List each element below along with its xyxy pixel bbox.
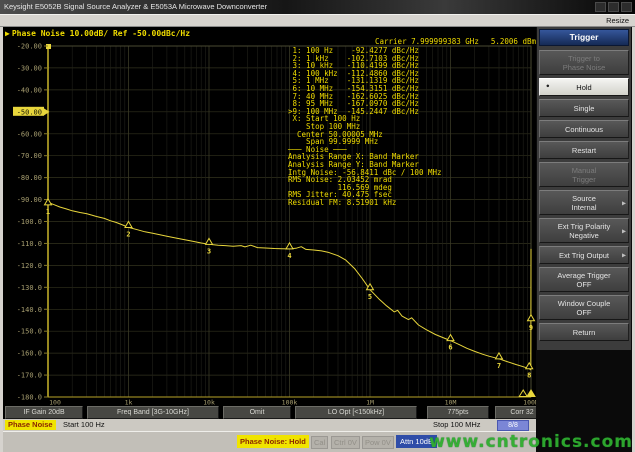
svg-text:-70.00: -70.00 xyxy=(17,152,42,160)
softkey-single[interactable]: Single xyxy=(539,99,629,117)
marker-7-icon xyxy=(495,353,502,359)
stop-frequency-label: Stop 100 MHz xyxy=(433,419,481,431)
svg-text:6: 6 xyxy=(448,344,452,352)
carrier-readout: Carrier 7.999999383 GHz 5.2006 dBm xyxy=(240,37,536,46)
attenuator-indicator: Attn 10dB xyxy=(396,435,437,448)
softkey-ext-trig-output[interactable]: Ext Trig Output▸ xyxy=(539,246,629,264)
softkey-continuous[interactable]: Continuous xyxy=(539,120,629,138)
softkey-menu-title: Trigger xyxy=(539,29,629,46)
svg-text:-150.0: -150.0 xyxy=(17,328,42,336)
svg-text:9: 9 xyxy=(529,324,533,332)
svg-text:-50.00: -50.00 xyxy=(17,108,42,116)
measurement-state-indicator: Phase Noise: Hold xyxy=(237,435,309,448)
softkey-list: Trigger Trigger toPhase Noise ●Hold Single… xyxy=(537,27,631,350)
average-count-badge: 8/8 xyxy=(497,420,529,431)
application-window: Keysight E5052B Signal Source Analyzer &… xyxy=(0,0,635,452)
svg-text:-90.00: -90.00 xyxy=(17,196,42,204)
svg-text:-60.00: -60.00 xyxy=(17,130,42,138)
marker-8-icon xyxy=(526,363,533,369)
softkey-hold[interactable]: ●Hold xyxy=(539,78,629,96)
active-trace-arrow-icon: ▶ xyxy=(5,29,10,38)
selected-bullet-icon: ● xyxy=(546,83,550,92)
trace-header: ▶Phase Noise 10.00dB/ Ref -50.00dBc/Hz xyxy=(5,29,190,38)
marker-9-icon xyxy=(528,315,535,321)
svg-text:-160.0: -160.0 xyxy=(17,350,42,358)
svg-text:-120.0: -120.0 xyxy=(17,262,42,270)
marker-readout: 1: 100 Hz -92.4277 dBc/Hz 2: 1 kHz -102.… xyxy=(288,47,442,206)
marker-3-icon xyxy=(206,238,213,244)
carrier-frequency: Carrier 7.999999383 GHz xyxy=(375,37,479,46)
marker-2-icon xyxy=(125,221,132,227)
marker-6-icon xyxy=(447,335,454,341)
svg-text:3: 3 xyxy=(207,247,211,255)
submenu-arrow-icon: ▸ xyxy=(622,198,626,207)
active-measurement-chip: Phase Noise xyxy=(5,420,56,430)
plot-axes: -20.00 -30.00 -40.00 -50.00 -60.00 -70.00 -80.… xyxy=(13,43,539,407)
svg-text:-30.00: -30.00 xyxy=(17,64,42,72)
softkey-ext-trig-polarity[interactable]: Ext Trig PolarityNegative▸ xyxy=(539,218,629,243)
svg-text:7: 7 xyxy=(497,362,501,370)
softkey-average-trigger[interactable]: Average TriggerOFF xyxy=(539,267,629,292)
submenu-arrow-icon: ▸ xyxy=(622,251,626,260)
svg-text:-110.0: -110.0 xyxy=(17,240,42,248)
softkey-restart[interactable]: Restart xyxy=(539,141,629,159)
submenu-arrow-icon: ▸ xyxy=(622,226,626,235)
band-marker-stop-icon xyxy=(527,390,535,397)
svg-text:-170.0: -170.0 xyxy=(17,372,42,380)
softkey-panel: Trigger Trigger toPhase Noise ●Hold Single… xyxy=(536,27,632,452)
svg-text:-140.0: -140.0 xyxy=(17,306,42,314)
carrier-power: 5.2006 dBm xyxy=(491,37,536,46)
cal-indicator: Cal xyxy=(311,436,328,449)
svg-text:1: 1 xyxy=(46,208,50,216)
dc-control-indicator: Ctrl 0V xyxy=(331,436,360,449)
svg-text:-100.0: -100.0 xyxy=(17,218,42,226)
svg-text:-130.0: -130.0 xyxy=(17,284,42,292)
status-775pts: 775pts xyxy=(427,406,489,419)
analyzer-status-strip: IF Gain 20dB Freq Band [3G-10GHz] Omit LO O… xyxy=(3,406,551,420)
marker-4-icon xyxy=(286,243,293,249)
dc-power-indicator: Pow 0V xyxy=(362,436,394,449)
softkey-window-couple[interactable]: Window CoupleOFF xyxy=(539,295,629,320)
softkey-trigger-to[interactable]: Trigger toPhase Noise xyxy=(539,50,629,75)
status-omit: Omit xyxy=(223,406,291,419)
trace-scale-label: Phase Noise 10.00dB/ Ref -50.00dBc/Hz xyxy=(12,29,190,38)
measurement-bar: Phase Noise Start 100 Hz Stop 100 MHz 8/… xyxy=(3,419,553,431)
svg-text:-180.0: -180.0 xyxy=(17,394,42,402)
start-frequency-label: Start 100 Hz xyxy=(63,419,105,431)
svg-text:-20.00: -20.00 xyxy=(17,43,42,51)
status-lo-opt-150khz: LO Opt [<150kHz] xyxy=(295,406,417,419)
softkey-return[interactable]: Return xyxy=(539,323,629,341)
svg-text:2: 2 xyxy=(126,230,130,238)
softkey-manual[interactable]: ManualTrigger xyxy=(539,162,629,187)
svg-text:4: 4 xyxy=(287,252,291,260)
softkey-source[interactable]: SourceInternal▸ xyxy=(539,190,629,215)
svg-text:-40.00: -40.00 xyxy=(17,86,42,94)
status-freq-band-3g-10ghz: Freq Band [3G-10GHz] xyxy=(87,406,219,419)
svg-text:8: 8 xyxy=(527,372,531,380)
svg-text:-80.00: -80.00 xyxy=(17,174,42,182)
window-border-left xyxy=(0,27,3,452)
svg-text:5: 5 xyxy=(368,293,372,301)
status-if-gain-20db: IF Gain 20dB xyxy=(5,406,83,419)
